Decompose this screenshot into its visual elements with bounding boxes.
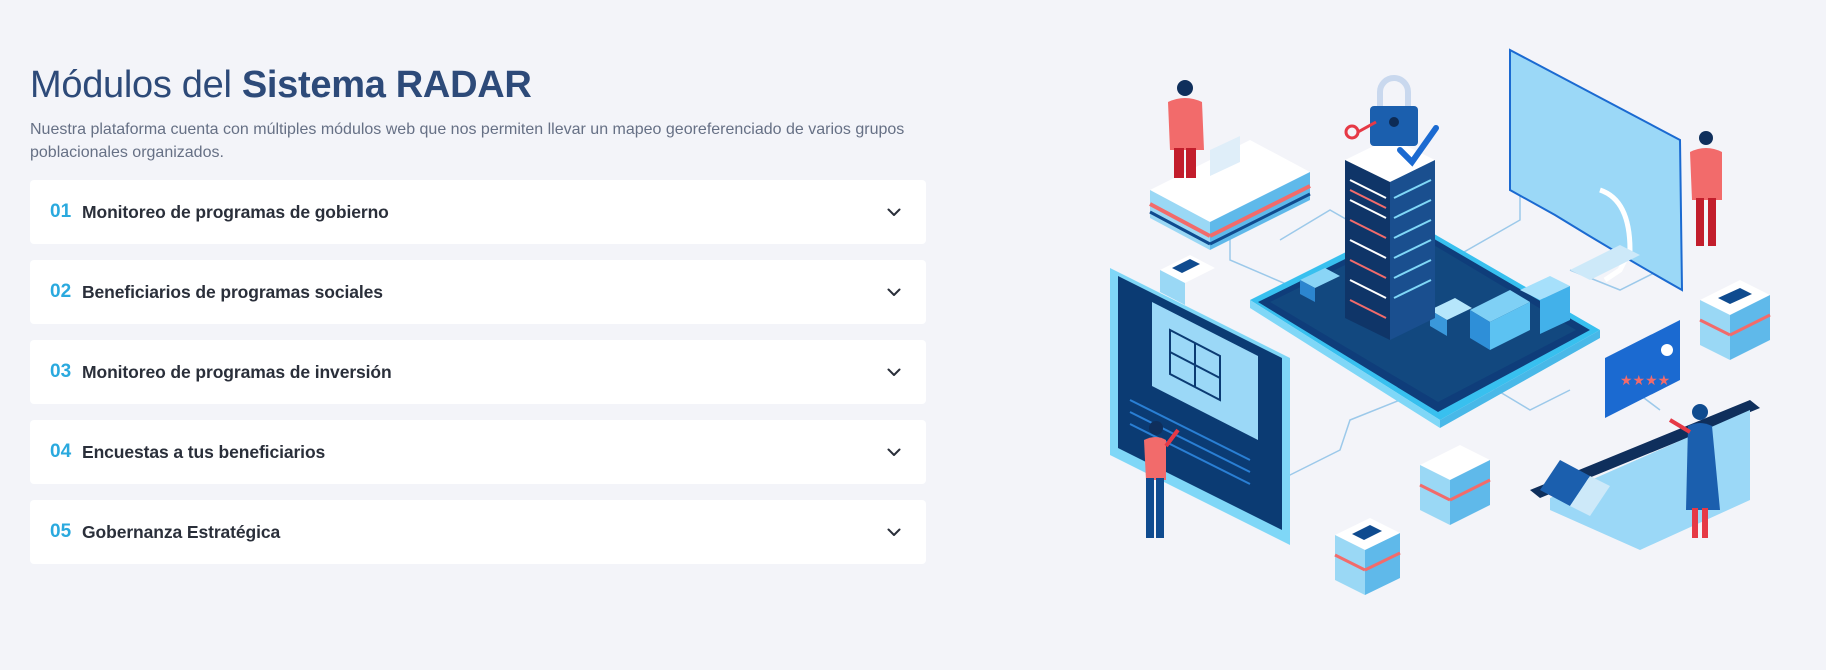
server-stack-3 [1334, 518, 1401, 595]
rating-bubble: ★★★★ [1605, 320, 1680, 418]
title-light: Módulos del [30, 64, 232, 106]
content-column: Módulos del Sistema RADAR Nuestra plataf… [30, 62, 926, 580]
item-label: Monitoreo de programas de inversión [82, 361, 392, 382]
star-rating: ★★★★ [1620, 373, 1670, 389]
chevron-down-icon[interactable] [882, 280, 906, 304]
item-label: Beneficiarios de programas sociales [82, 281, 383, 302]
person-man-right [1690, 131, 1722, 246]
item-number: 04 [50, 441, 72, 462]
page-title: Módulos del Sistema RADAR [30, 62, 926, 108]
accordion-item-03[interactable]: 03 Monitoreo de programas de inversión [30, 340, 926, 404]
item-number: 03 [50, 361, 72, 382]
item-label: Encuestas a tus beneficiarios [82, 441, 326, 462]
server-stack-2 [1419, 445, 1491, 525]
item-number: 05 [50, 521, 72, 542]
laptop-desk [1530, 400, 1760, 550]
accordion-item-05[interactable]: 05 Gobernanza Estratégica [30, 500, 926, 564]
chevron-down-icon[interactable] [882, 440, 906, 464]
accordion-item-01[interactable]: 01 Monitoreo de programas de gobierno [30, 180, 926, 244]
item-label: Gobernanza Estratégica [82, 521, 281, 542]
person-man-standing [1168, 80, 1204, 178]
item-number: 01 [50, 201, 72, 222]
chevron-down-icon[interactable] [882, 520, 906, 544]
modules-accordion: 01 Monitoreo de programas de gobierno 02… [30, 180, 926, 564]
hero-illustration: ★★★★ [1100, 40, 1780, 610]
server-stack-1 [1699, 280, 1771, 360]
chevron-down-icon[interactable] [882, 200, 906, 224]
accordion-item-04[interactable]: 04 Encuestas a tus beneficiarios [30, 420, 926, 484]
chevron-down-icon[interactable] [882, 360, 906, 384]
item-label: Monitoreo de programas de gobierno [82, 201, 389, 222]
page-description: Nuestra plataforma cuenta con múltiples … [30, 121, 905, 161]
isometric-city-illustration: ★★★★ [1110, 48, 1771, 595]
item-number: 02 [50, 281, 72, 302]
title-bold: Sistema RADAR [241, 64, 532, 106]
accordion-item-02[interactable]: 02 Beneficiarios de programas sociales [30, 260, 926, 324]
monitor [1509, 48, 1684, 292]
skyscraper [1345, 138, 1435, 340]
